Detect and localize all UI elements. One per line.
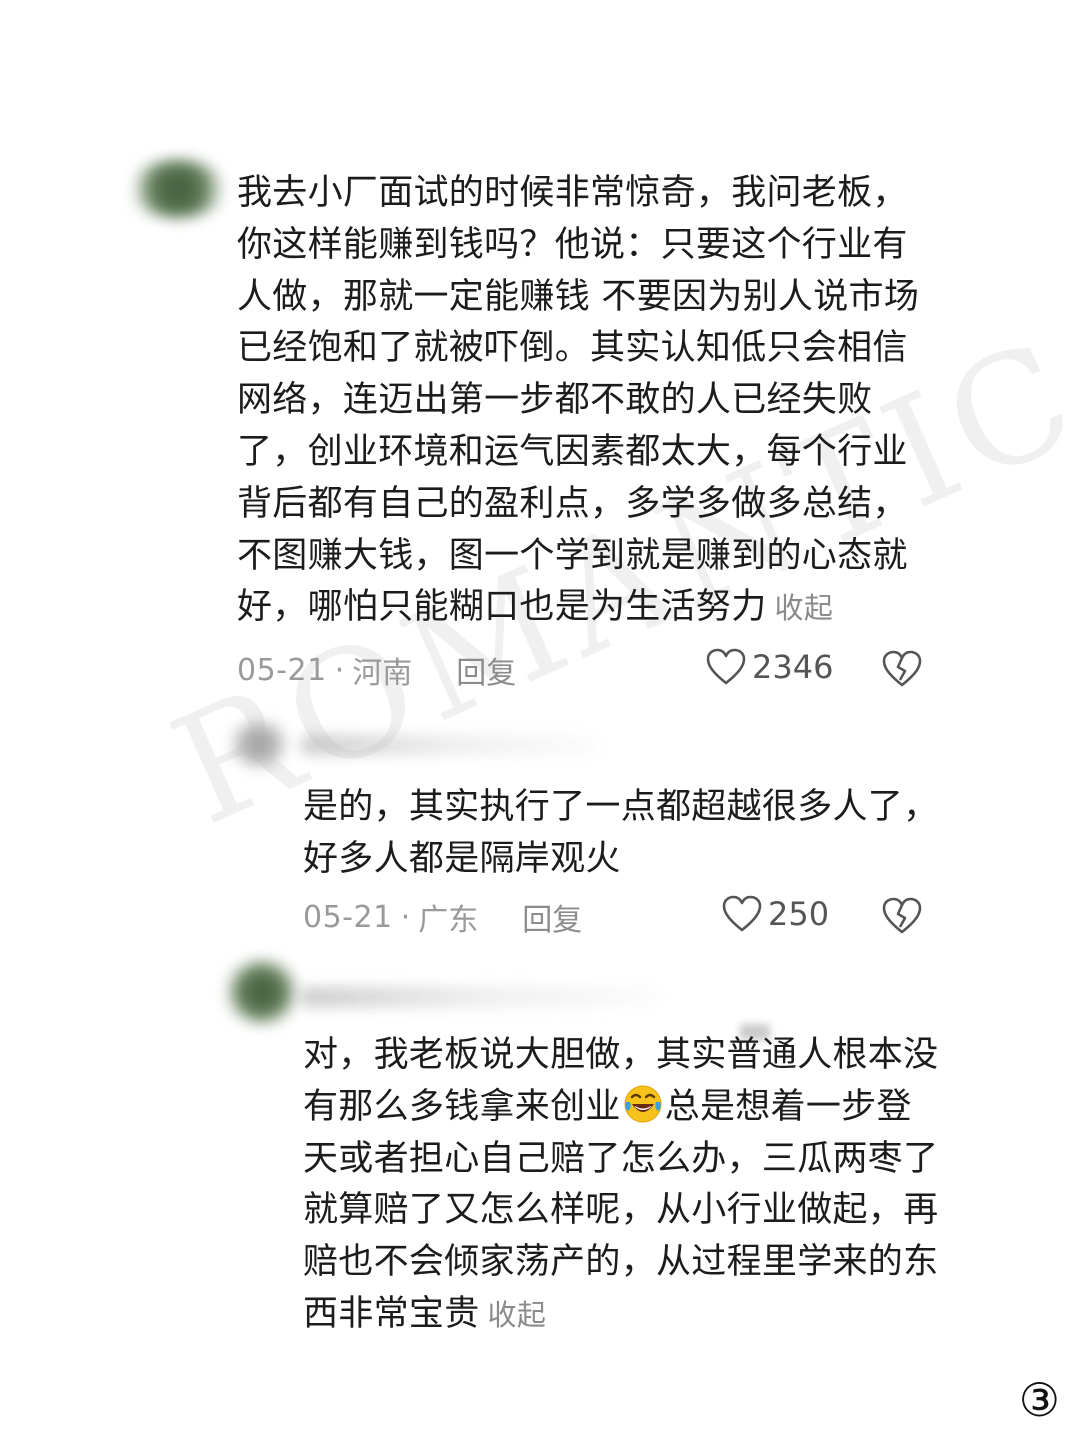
like-button[interactable]: 2346 [706,648,833,686]
reply-button[interactable]: 回复 [456,648,516,692]
like-count: 2346 [752,648,834,686]
comment-text: 我去小厂面试的时候非常惊奇，我问老板，你这样能赚到钱吗？他说：只要这个行业有人做… [237,168,937,635]
like-count: 250 [768,895,830,933]
grinning-tears-emoji-icon [623,1084,663,1124]
comment-text: 是的，其实执行了一点都超越很多人了，好多人都是隔岸观火 [303,782,943,886]
comment-body: 是的，其实执行了一点都超越很多人了，好多人都是隔岸观火 [303,787,939,879]
meta-separator: · [334,652,345,688]
meta-separator: · [400,899,411,935]
comment-location: 广东 [418,903,479,938]
comment-body: 我去小厂面试的时候非常惊奇，我问老板，你这样能赚到钱吗？他说：只要这个行业有人做… [237,173,920,628]
heart-icon [722,895,762,932]
collapse-link[interactable]: 收起 [775,591,834,625]
comment-date: 05-21 [237,652,327,688]
comment-location: 河南 [352,656,413,691]
dislike-button[interactable] [882,650,922,692]
avatar[interactable] [226,960,298,1024]
username-blurred[interactable] [300,734,600,756]
reply-button[interactable]: 回复 [522,895,582,939]
page-number: ③ [1018,1373,1060,1427]
comment-thread-screenshot: ROMANTIC 我去小厂面试的时候非常惊奇，我问老板，你这样能赚到钱吗？他说：… [0,0,1080,1443]
comment-meta: 05-21 · 广东 回复 [303,895,582,939]
comment-text: 对，我老板说大胆做，其实普通人根本没有那么多钱拿来创业 总是想着一步登天或者担心自… [303,1030,943,1342]
broken-heart-icon [882,897,922,934]
dislike-button[interactable] [882,897,922,939]
avatar[interactable] [228,722,290,766]
collapse-link[interactable]: 收起 [488,1298,547,1332]
like-button[interactable]: 250 [722,895,829,933]
heart-icon [706,648,746,685]
broken-heart-icon [882,650,922,687]
comment-date: 05-21 [303,899,393,935]
avatar[interactable] [128,160,228,218]
username-blurred[interactable] [300,986,660,1008]
comment-meta: 05-21 · 河南 回复 [237,648,516,692]
